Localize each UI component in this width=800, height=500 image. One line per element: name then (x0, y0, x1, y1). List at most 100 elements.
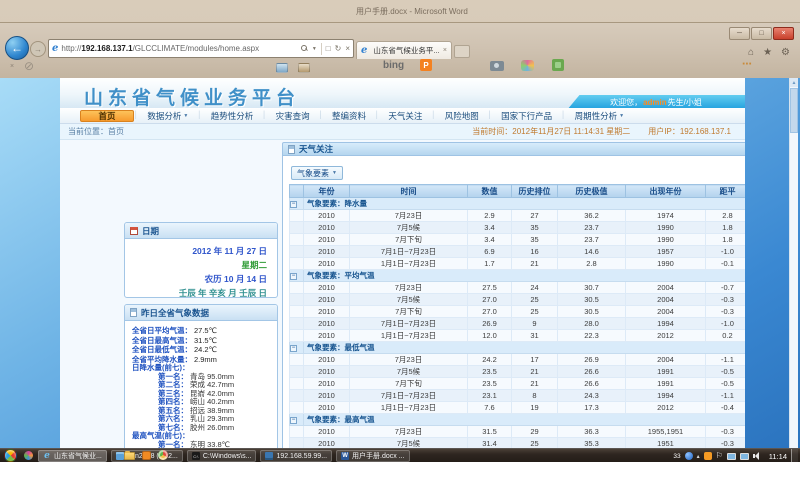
chevron-down-icon[interactable]: ▼ (312, 46, 317, 52)
nav-item-4[interactable]: 灾害查询 (267, 110, 319, 122)
table-cell: 30.7 (558, 282, 626, 294)
address-bar[interactable]: e http://192.168.137.1/GLCCLIMATE/module… (48, 39, 354, 58)
palette-icon[interactable] (521, 60, 534, 71)
url-text[interactable]: http://192.168.137.1/GLCCLIMATE/modules/… (61, 44, 300, 53)
table-cell: 22.3 (558, 330, 626, 342)
collapse-icon[interactable]: − (290, 201, 297, 208)
nav-item-6[interactable]: 天气关注 (379, 110, 431, 122)
date-line: 农历 10 月 14 日 (125, 272, 267, 286)
element-filter-button[interactable]: 气象要素 ▼ (291, 166, 343, 180)
table-cell: 2010 (304, 246, 350, 258)
close-button[interactable]: × (773, 27, 794, 40)
date-panel-header: 日期 (125, 223, 277, 239)
welcome-suffix: 先生/小姐 (668, 97, 702, 108)
group-expand-cell[interactable]: − (290, 342, 304, 354)
back-button[interactable]: ← (5, 36, 29, 60)
hidden-icons-arrow[interactable]: ▴ (697, 453, 700, 460)
refresh-icon[interactable]: ↻ (335, 44, 342, 53)
nav-item-3[interactable]: 趋势性分析 (202, 110, 263, 122)
taskbar-clock[interactable]: 11:14 (769, 452, 787, 461)
network-icon[interactable] (727, 453, 736, 460)
nav-item-8[interactable]: 国家下行产品 (492, 110, 561, 122)
tab-close-icon[interactable]: × (443, 47, 447, 54)
table-row: 20107月23日27.52430.72004-0.72.0 (290, 282, 746, 294)
table-row: 20107月23日2.92736.219742.87.6 (290, 210, 746, 222)
compatibility-icon[interactable]: □ (326, 44, 331, 53)
group-expand-cell[interactable]: − (290, 414, 304, 426)
favorites-star-icon[interactable]: ★ (763, 47, 772, 58)
taskbar-task[interactable]: W用户手册.docx ... (336, 450, 410, 462)
nav-item-7[interactable]: 风险地图 (436, 110, 488, 122)
group-expand-cell[interactable]: − (290, 270, 304, 282)
column-header: 历史排位 (512, 185, 558, 198)
column-header: 年份 (304, 185, 350, 198)
group-row[interactable]: −气象要素：平均气温 (290, 270, 746, 282)
favorite-photo-icon[interactable] (298, 63, 310, 73)
round-app-icon[interactable] (158, 450, 168, 460)
bing-logo[interactable]: bing (383, 60, 404, 71)
group-row[interactable]: −气象要素：降水量 (290, 198, 746, 210)
group-expand-cell[interactable]: − (290, 198, 304, 210)
camera-icon[interactable] (490, 61, 504, 71)
puzzle-icon[interactable] (552, 59, 564, 71)
nav-item-9[interactable]: 周期性分析▼ (566, 110, 633, 122)
collapse-icon[interactable]: − (290, 345, 297, 352)
explorer-icon[interactable] (124, 452, 135, 460)
bing-p-icon[interactable]: P (420, 59, 432, 71)
tray-orange-icon[interactable] (704, 452, 712, 460)
main-panel: 天气关注 气象要素 ▼ 年份时间数值历史排位历史极值出现年份距平方差 −气象要素… (282, 142, 745, 462)
scroll-up-icon[interactable]: ▲ (790, 78, 798, 87)
welcome-prefix: 欢迎您， (610, 97, 642, 108)
tray-blue-icon[interactable] (685, 452, 693, 460)
forward-button[interactable]: → (30, 41, 46, 57)
table-cell: -0.3 (706, 294, 746, 306)
settings-gear-icon[interactable]: ⚙ (781, 47, 790, 58)
show-desktop-button[interactable] (791, 449, 798, 462)
row-expand-cell (290, 330, 304, 342)
minimize-button[interactable]: ─ (729, 27, 750, 40)
new-tab-button[interactable] (454, 45, 470, 58)
maximize-button[interactable]: □ (751, 27, 772, 40)
nav-item-1[interactable]: 首页 (80, 110, 134, 122)
welcome-username: admin (643, 98, 667, 107)
table-cell: 17.3 (558, 402, 626, 414)
scrollbar-thumb[interactable] (790, 88, 798, 133)
taskbar-task[interactable]: C:\C:\Windows\s... (187, 450, 257, 462)
window-controls: ─ □ × (729, 27, 794, 40)
row-expand-cell (290, 306, 304, 318)
display-icon[interactable] (740, 453, 749, 460)
home-icon[interactable]: ⌂ (748, 47, 754, 58)
system-tray: 33 ▴ ⚐ 11:14 (673, 449, 798, 462)
rank-value: 乳山 29.3mm (190, 414, 234, 423)
stop-icon[interactable]: × (345, 44, 350, 53)
close-bar-icon[interactable]: × (10, 63, 14, 70)
taskbar-task[interactable]: 192.168.59.99... (260, 450, 332, 462)
table-cell: 7月下旬 (350, 306, 468, 318)
table-cell: 7月23日 (350, 354, 468, 366)
table-cell: 30.5 (558, 306, 626, 318)
pinned-app-icon[interactable] (24, 451, 33, 460)
date-line: 壬辰 年 辛亥 月 壬辰 日 (125, 286, 267, 298)
table-cell: -0.7 (706, 282, 746, 294)
volume-icon[interactable] (753, 452, 761, 460)
nav-item-label: 灾害查询 (276, 110, 310, 122)
nav-item-5[interactable]: 整编资料 (323, 110, 375, 122)
row-expand-cell (290, 366, 304, 378)
nav-item-2[interactable]: 数据分析▼ (138, 110, 197, 122)
scrollbar[interactable]: ▲ ▼ (789, 78, 798, 462)
more-options-icon[interactable]: ⋯ (742, 59, 752, 70)
action-center-flag-icon[interactable]: ⚐ (716, 452, 723, 460)
browser-tab[interactable]: e 山东省气候业务平... × (356, 41, 452, 59)
date-line: 星期二 (125, 258, 267, 272)
collapse-icon[interactable]: − (290, 417, 297, 424)
start-button[interactable] (4, 449, 17, 462)
group-row[interactable]: −气象要素：最高气温 (290, 414, 746, 426)
search-icon[interactable] (301, 45, 308, 52)
orange-app-icon[interactable] (142, 451, 151, 460)
table-cell: 2010 (304, 390, 350, 402)
group-row[interactable]: −气象要素：最低气温 (290, 342, 746, 354)
collapse-icon[interactable]: − (290, 273, 297, 280)
favorite-photo-icon[interactable] (276, 63, 288, 73)
row-expand-cell (290, 282, 304, 294)
taskbar-task[interactable]: e山东省气候业... (38, 450, 107, 462)
